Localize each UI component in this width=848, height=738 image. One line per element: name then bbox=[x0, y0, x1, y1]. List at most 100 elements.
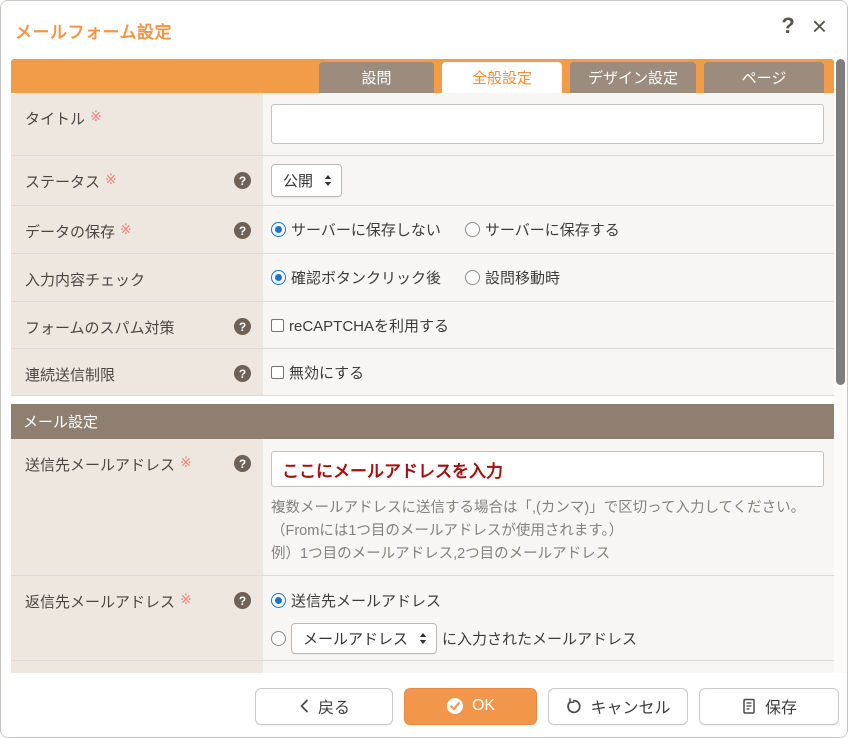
to-address-note-line2: （Fromには1つ目のメールアドレスが使用されます。） bbox=[271, 520, 824, 543]
tab-general-settings[interactable]: 全般設定 bbox=[442, 62, 562, 93]
recaptcha-checkbox[interactable] bbox=[271, 319, 284, 332]
form-row-status-content: 公開 bbox=[263, 156, 834, 205]
required-mark: ※ bbox=[105, 171, 117, 188]
form-row-reply-address: 返信先メールアドレス ※ ? 送信先メールアドレス メールアドレス bbox=[11, 576, 834, 661]
reply-field-select[interactable]: メールアドレス bbox=[291, 623, 437, 654]
data-save-save-radio[interactable] bbox=[465, 222, 480, 237]
check-circle-icon bbox=[446, 697, 464, 715]
reply-to-address-option-label: 送信先メールアドレス bbox=[291, 590, 441, 611]
form-row-data-save-content: サーバーに保存しない サーバーに保存する bbox=[263, 206, 834, 253]
send-limit-option: 無効にする bbox=[271, 362, 364, 383]
form-row-reply-address-labelcol: 返信先メールアドレス ※ ? bbox=[11, 576, 263, 660]
form-row-to-address-content: 複数メールアドレスに送信する場合は「,(カンマ)」で区切って入力してください。 … bbox=[263, 439, 834, 575]
required-mark: ※ bbox=[120, 221, 132, 238]
input-check-after-confirm-radio[interactable] bbox=[271, 270, 286, 285]
to-address-note-line1: 複数メールアドレスに送信する場合は「,(カンマ)」で区切って入力してください。 bbox=[271, 497, 824, 520]
select-stepper-icon bbox=[324, 174, 332, 187]
tab-questions-label: 設問 bbox=[361, 67, 391, 88]
reply-to-address-radio[interactable] bbox=[271, 593, 286, 608]
spam-help-icon[interactable]: ? bbox=[234, 318, 251, 335]
data-save-help-icon[interactable]: ? bbox=[234, 222, 251, 239]
form-row-partial-content bbox=[263, 661, 834, 673]
spam-label: フォームのスパム対策 bbox=[25, 317, 175, 338]
form-row-data-save: データの保存 ※ ? サーバーに保存しない サーバーに保存する bbox=[11, 206, 834, 254]
input-check-on-move-radio[interactable] bbox=[465, 270, 480, 285]
document-icon bbox=[741, 698, 757, 715]
save-button-label: 保存 bbox=[765, 694, 797, 718]
form-row-partial bbox=[11, 661, 834, 673]
vertical-scrollbar[interactable] bbox=[834, 59, 847, 673]
input-check-option-on-move: 設問移動時 bbox=[465, 267, 560, 288]
ok-button-label: OK bbox=[472, 697, 495, 715]
disable-checkbox-label: 無効にする bbox=[289, 362, 364, 383]
reply-address-label: 返信先メールアドレス bbox=[25, 591, 175, 612]
data-save-no-save-label: サーバーに保存しない bbox=[291, 219, 441, 240]
form-row-spam-content: reCAPTCHAを利用する bbox=[263, 302, 834, 348]
data-save-label: データの保存 bbox=[25, 221, 115, 242]
required-mark: ※ bbox=[180, 591, 192, 608]
form-row-to-address: 送信先メールアドレス ※ ? 複数メールアドレスに送信する場合は「,(カンマ)」… bbox=[11, 439, 834, 576]
tab-bar: 設問 全般設定 デザイン設定 ページ bbox=[11, 59, 834, 93]
close-icon[interactable]: × bbox=[812, 13, 827, 39]
disable-checkbox[interactable] bbox=[271, 366, 284, 379]
reply-field-select-value: メールアドレス bbox=[303, 628, 408, 649]
to-address-label: 送信先メールアドレス bbox=[25, 454, 175, 475]
reply-field-option-suffix: に入力されたメールアドレス bbox=[442, 628, 637, 649]
reply-option-to-address: 送信先メールアドレス bbox=[271, 590, 441, 611]
to-address-input[interactable] bbox=[271, 451, 824, 487]
back-button-label: 戻る bbox=[318, 694, 350, 718]
to-address-notes: 複数メールアドレスに送信する場合は「,(カンマ)」で区切って入力してください。 … bbox=[271, 497, 824, 566]
help-icon[interactable]: ? bbox=[781, 15, 794, 37]
status-help-icon[interactable]: ? bbox=[234, 172, 251, 189]
section-gap bbox=[11, 396, 834, 404]
form-row-input-check: 入力内容チェック 確認ボタンクリック後 設問移動時 bbox=[11, 254, 834, 302]
send-limit-help-icon[interactable]: ? bbox=[234, 365, 251, 382]
ok-button[interactable]: OK bbox=[404, 688, 537, 725]
tab-pages[interactable]: ページ bbox=[704, 62, 824, 93]
undo-icon bbox=[565, 698, 582, 715]
scrollbar-thumb[interactable] bbox=[836, 59, 845, 385]
input-check-option-after-confirm: 確認ボタンクリック後 bbox=[271, 267, 441, 288]
status-select-value: 公開 bbox=[283, 170, 313, 191]
form-row-to-address-labelcol: 送信先メールアドレス ※ ? bbox=[11, 439, 263, 575]
form-row-status: ステータス ※ ? 公開 bbox=[11, 156, 834, 206]
form-row-input-check-content: 確認ボタンクリック後 設問移動時 bbox=[263, 254, 834, 301]
tab-questions[interactable]: 設問 bbox=[319, 62, 434, 93]
tab-design-settings-label: デザイン設定 bbox=[588, 67, 678, 88]
back-button[interactable]: 戻る bbox=[255, 688, 393, 725]
dialog-header: メールフォーム設定 ? × bbox=[1, 1, 847, 59]
reply-option-field: メールアドレス に入力されたメールアドレス bbox=[271, 623, 637, 654]
form-row-send-limit-content: 無効にする bbox=[263, 349, 834, 395]
dialog-footer: 戻る OK キャンセル 保存 bbox=[1, 673, 847, 738]
data-save-option-save: サーバーに保存する bbox=[465, 219, 620, 240]
page-title: メールフォーム設定 bbox=[15, 18, 172, 43]
title-input[interactable] bbox=[271, 104, 824, 144]
form-row-title: タイトル ※ bbox=[11, 93, 834, 156]
save-button[interactable]: 保存 bbox=[699, 688, 839, 725]
tab-design-settings[interactable]: デザイン設定 bbox=[570, 62, 696, 93]
recaptcha-checkbox-label: reCAPTCHAを利用する bbox=[289, 315, 449, 336]
select-stepper-icon bbox=[419, 632, 427, 645]
input-check-label: 入力内容チェック bbox=[25, 269, 145, 290]
send-limit-label: 連続送信制限 bbox=[25, 364, 115, 385]
status-label: ステータス bbox=[25, 171, 100, 192]
mailform-settings-dialog: メールフォーム設定 ? × 設問 全般設定 デザイン設定 ページ bbox=[0, 0, 848, 738]
form-row-partial-labelcol bbox=[11, 661, 263, 673]
data-save-no-save-radio[interactable] bbox=[271, 222, 286, 237]
form-row-title-labelcol: タイトル ※ bbox=[11, 93, 263, 155]
status-select[interactable]: 公開 bbox=[271, 164, 342, 197]
input-check-on-move-label: 設問移動時 bbox=[485, 267, 560, 288]
chevron-left-icon bbox=[298, 698, 310, 714]
required-mark: ※ bbox=[90, 108, 102, 125]
to-address-help-icon[interactable]: ? bbox=[234, 455, 251, 472]
dialog-scroll-area: 設問 全般設定 デザイン設定 ページ タイトル ※ bbox=[11, 59, 837, 673]
form-row-status-labelcol: ステータス ※ ? bbox=[11, 156, 263, 205]
cancel-button[interactable]: キャンセル bbox=[548, 688, 688, 725]
reply-field-radio[interactable] bbox=[271, 631, 286, 646]
cancel-button-label: キャンセル bbox=[590, 694, 670, 718]
section-header-mail-settings: メール設定 bbox=[11, 404, 834, 439]
reply-address-help-icon[interactable]: ? bbox=[234, 592, 251, 609]
title-label: タイトル bbox=[25, 108, 85, 129]
form-row-spam: フォームのスパム対策 ? reCAPTCHAを利用する bbox=[11, 302, 834, 349]
form-row-send-limit: 連続送信制限 ? 無効にする bbox=[11, 349, 834, 396]
